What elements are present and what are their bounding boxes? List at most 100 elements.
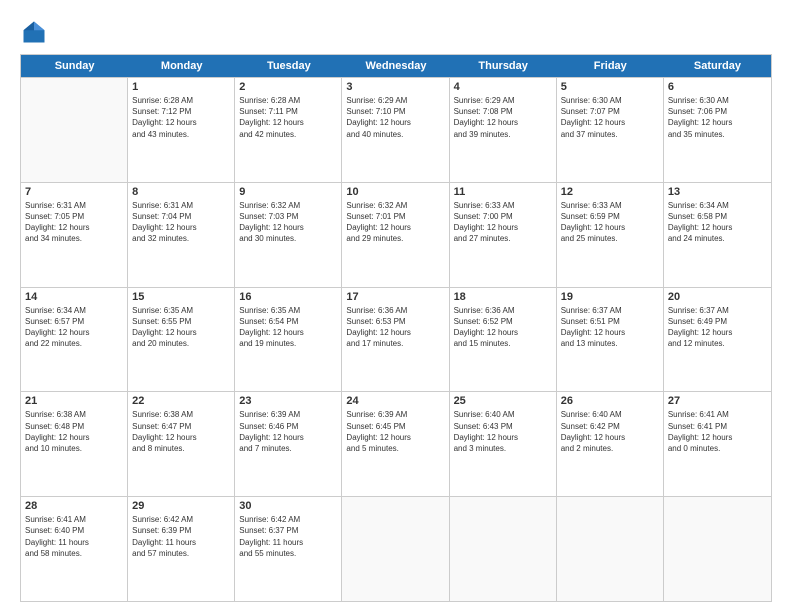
cell-line: Daylight: 12 hours: [454, 222, 552, 233]
cell-line: Daylight: 12 hours: [239, 117, 337, 128]
cell-line: Sunset: 7:08 PM: [454, 106, 552, 117]
week-row-2: 14Sunrise: 6:34 AMSunset: 6:57 PMDayligh…: [21, 287, 771, 392]
cell-line: Sunrise: 6:36 AM: [454, 305, 552, 316]
cell-line: and 24 minutes.: [668, 233, 767, 244]
cell-line: Daylight: 12 hours: [132, 327, 230, 338]
cell-line: and 15 minutes.: [454, 338, 552, 349]
cell-line: Sunset: 6:53 PM: [346, 316, 444, 327]
cell-line: Sunrise: 6:37 AM: [668, 305, 767, 316]
cell-line: Daylight: 12 hours: [346, 222, 444, 233]
day-cell-30: 30Sunrise: 6:42 AMSunset: 6:37 PMDayligh…: [235, 497, 342, 601]
day-number: 27: [668, 395, 767, 407]
cell-line: Sunrise: 6:41 AM: [668, 409, 767, 420]
cell-line: Daylight: 12 hours: [346, 117, 444, 128]
cell-line: Daylight: 12 hours: [239, 432, 337, 443]
cell-line: Sunrise: 6:35 AM: [132, 305, 230, 316]
day-number: 24: [346, 395, 444, 407]
cell-line: Sunset: 6:37 PM: [239, 525, 337, 536]
cell-line: Sunset: 6:42 PM: [561, 421, 659, 432]
cell-line: Daylight: 12 hours: [454, 117, 552, 128]
cell-line: Sunset: 7:07 PM: [561, 106, 659, 117]
cell-line: and 8 minutes.: [132, 443, 230, 454]
day-cell-4: 4Sunrise: 6:29 AMSunset: 7:08 PMDaylight…: [450, 78, 557, 182]
day-cell-6: 6Sunrise: 6:30 AMSunset: 7:06 PMDaylight…: [664, 78, 771, 182]
day-cell-14: 14Sunrise: 6:34 AMSunset: 6:57 PMDayligh…: [21, 288, 128, 392]
cell-line: and 55 minutes.: [239, 548, 337, 559]
cell-line: Sunset: 6:46 PM: [239, 421, 337, 432]
cell-line: and 17 minutes.: [346, 338, 444, 349]
cell-line: and 0 minutes.: [668, 443, 767, 454]
day-number: 2: [239, 81, 337, 93]
cell-line: Sunrise: 6:40 AM: [454, 409, 552, 420]
cell-line: Sunset: 7:10 PM: [346, 106, 444, 117]
empty-cell-0-0: [21, 78, 128, 182]
cell-line: and 20 minutes.: [132, 338, 230, 349]
day-cell-15: 15Sunrise: 6:35 AMSunset: 6:55 PMDayligh…: [128, 288, 235, 392]
day-number: 12: [561, 186, 659, 198]
cell-line: and 34 minutes.: [25, 233, 123, 244]
cell-line: Sunset: 6:41 PM: [668, 421, 767, 432]
cell-line: Sunset: 6:55 PM: [132, 316, 230, 327]
cell-line: Sunrise: 6:28 AM: [239, 95, 337, 106]
header-day-thursday: Thursday: [450, 55, 557, 77]
cell-line: Sunrise: 6:33 AM: [454, 200, 552, 211]
cell-line: Sunrise: 6:39 AM: [346, 409, 444, 420]
cell-line: and 25 minutes.: [561, 233, 659, 244]
cell-line: Sunrise: 6:32 AM: [239, 200, 337, 211]
cell-line: Sunset: 6:49 PM: [668, 316, 767, 327]
day-number: 10: [346, 186, 444, 198]
day-cell-16: 16Sunrise: 6:35 AMSunset: 6:54 PMDayligh…: [235, 288, 342, 392]
day-number: 3: [346, 81, 444, 93]
cell-line: Sunrise: 6:34 AM: [25, 305, 123, 316]
cell-line: Daylight: 12 hours: [668, 432, 767, 443]
cell-line: and 5 minutes.: [346, 443, 444, 454]
cell-line: and 32 minutes.: [132, 233, 230, 244]
day-number: 14: [25, 291, 123, 303]
header-day-saturday: Saturday: [664, 55, 771, 77]
day-cell-2: 2Sunrise: 6:28 AMSunset: 7:11 PMDaylight…: [235, 78, 342, 182]
day-cell-1: 1Sunrise: 6:28 AMSunset: 7:12 PMDaylight…: [128, 78, 235, 182]
cell-line: Sunrise: 6:33 AM: [561, 200, 659, 211]
cell-line: Daylight: 12 hours: [132, 117, 230, 128]
cell-line: Sunset: 6:40 PM: [25, 525, 123, 536]
cell-line: Sunset: 7:06 PM: [668, 106, 767, 117]
cell-line: Daylight: 12 hours: [346, 432, 444, 443]
cell-line: Sunset: 6:52 PM: [454, 316, 552, 327]
day-number: 5: [561, 81, 659, 93]
cell-line: Sunset: 6:45 PM: [346, 421, 444, 432]
header-day-friday: Friday: [557, 55, 664, 77]
cell-line: Sunrise: 6:34 AM: [668, 200, 767, 211]
cell-line: and 42 minutes.: [239, 129, 337, 140]
cell-line: Daylight: 12 hours: [561, 432, 659, 443]
header-day-wednesday: Wednesday: [342, 55, 449, 77]
day-cell-26: 26Sunrise: 6:40 AMSunset: 6:42 PMDayligh…: [557, 392, 664, 496]
cell-line: Sunset: 6:43 PM: [454, 421, 552, 432]
cell-line: Daylight: 12 hours: [561, 222, 659, 233]
cell-line: Sunset: 7:05 PM: [25, 211, 123, 222]
cell-line: Sunrise: 6:42 AM: [132, 514, 230, 525]
day-number: 16: [239, 291, 337, 303]
cell-line: Sunset: 6:51 PM: [561, 316, 659, 327]
cell-line: Sunset: 7:01 PM: [346, 211, 444, 222]
cell-line: Sunset: 7:00 PM: [454, 211, 552, 222]
cell-line: and 30 minutes.: [239, 233, 337, 244]
cell-line: Daylight: 12 hours: [25, 327, 123, 338]
cell-line: Sunrise: 6:41 AM: [25, 514, 123, 525]
cell-line: Sunrise: 6:35 AM: [239, 305, 337, 316]
cell-line: and 19 minutes.: [239, 338, 337, 349]
day-number: 6: [668, 81, 767, 93]
cell-line: and 43 minutes.: [132, 129, 230, 140]
cell-line: and 13 minutes.: [561, 338, 659, 349]
cell-line: Sunrise: 6:32 AM: [346, 200, 444, 211]
day-number: 26: [561, 395, 659, 407]
day-cell-7: 7Sunrise: 6:31 AMSunset: 7:05 PMDaylight…: [21, 183, 128, 287]
cell-line: Daylight: 12 hours: [668, 222, 767, 233]
day-cell-19: 19Sunrise: 6:37 AMSunset: 6:51 PMDayligh…: [557, 288, 664, 392]
cell-line: Sunrise: 6:38 AM: [25, 409, 123, 420]
day-cell-20: 20Sunrise: 6:37 AMSunset: 6:49 PMDayligh…: [664, 288, 771, 392]
cell-line: and 2 minutes.: [561, 443, 659, 454]
day-cell-24: 24 Sunrise: 6:39 AMSunset: 6:45 PMDayligh…: [342, 392, 449, 496]
day-cell-21: 21Sunrise: 6:38 AMSunset: 6:48 PMDayligh…: [21, 392, 128, 496]
day-cell-9: 9Sunrise: 6:32 AMSunset: 7:03 PMDaylight…: [235, 183, 342, 287]
cell-line: Daylight: 12 hours: [454, 327, 552, 338]
